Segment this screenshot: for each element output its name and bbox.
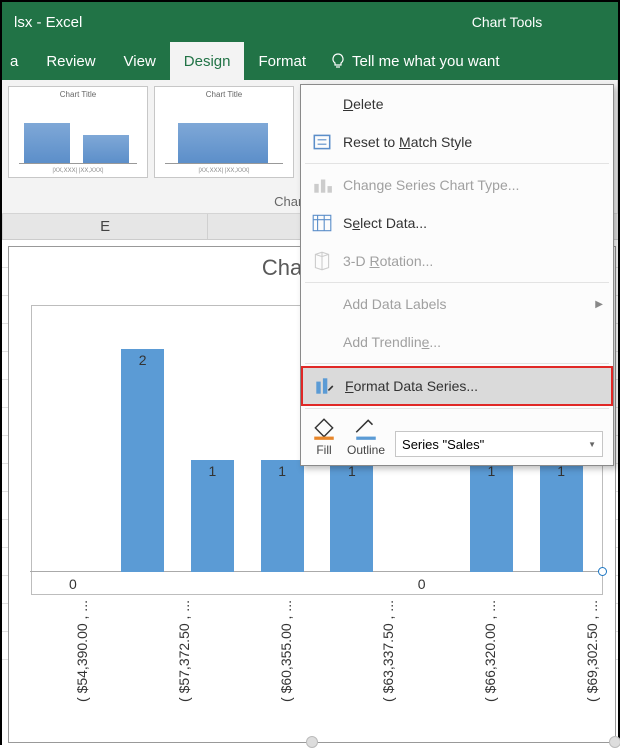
category-label: ( $57,372.50 , ... xyxy=(133,597,235,613)
bar-slot: 1 xyxy=(317,460,387,572)
tab-review[interactable]: Review xyxy=(32,42,109,80)
category-label: ( $63,337.50 , ... xyxy=(337,597,439,613)
tab-data-partial[interactable]: a xyxy=(2,42,32,80)
bar-slot: 0 xyxy=(38,556,108,572)
col-header-E[interactable]: E xyxy=(2,214,207,239)
bar-slot: 0 xyxy=(387,556,457,572)
data-label: 0 xyxy=(63,576,83,592)
data-label: 0 xyxy=(412,576,432,592)
lightbulb-icon xyxy=(330,53,346,69)
data-label: 1 xyxy=(191,463,234,479)
ribbon-tabs: a Review View Design Format Tell me what… xyxy=(2,42,618,80)
category-label: ( $66,320.00 , ... xyxy=(439,597,541,613)
thumb-title: Chart Title xyxy=(14,90,142,99)
rotation-icon xyxy=(311,250,333,272)
outline-label: Outline xyxy=(347,443,385,457)
bar[interactable]: 1 xyxy=(191,460,234,572)
menu-delete[interactable]: Delete xyxy=(301,85,613,123)
bar-slot: 2 xyxy=(108,349,178,572)
bar[interactable]: 1 xyxy=(470,460,513,572)
series-selector-value: Series "Sales" xyxy=(402,437,484,452)
reset-icon xyxy=(311,131,333,153)
chart-style-thumb-1[interactable]: Chart Title |XX,XXX| |XX,XXX| xyxy=(8,86,148,178)
tab-view[interactable]: View xyxy=(110,42,170,80)
menu-format-data-series[interactable]: Format Data Series... xyxy=(301,366,613,406)
bar[interactable]: 1 xyxy=(261,460,304,572)
menu-add-trendline: Add Trendline... xyxy=(301,323,613,361)
data-label: 1 xyxy=(261,463,304,479)
chart-selection-handle[interactable] xyxy=(609,736,620,748)
menu-3d-rotation: 3-D Rotation... xyxy=(301,242,613,280)
context-menu: Delete Reset to Match Style Change Serie… xyxy=(300,84,614,466)
bar[interactable]: 1 xyxy=(540,460,583,572)
data-label: 2 xyxy=(121,352,164,368)
mini-toolbar: Fill Outline Series "Sales" ▼ xyxy=(301,411,613,465)
bar[interactable]: 1 xyxy=(330,460,373,572)
chart-selection-handle[interactable] xyxy=(306,736,318,748)
menu-select-data[interactable]: Select Data... xyxy=(301,204,613,242)
category-label: ( $69,302.50 , ... xyxy=(541,597,620,613)
outline-icon xyxy=(353,417,379,441)
bar[interactable]: 2 xyxy=(121,349,164,572)
title-bar: lsx - Excel Chart Tools xyxy=(2,2,618,42)
chart-tools-block: Chart Tools xyxy=(402,2,612,42)
thumb-axis-labels: |XX,XXX| |XX,XXX| xyxy=(160,168,288,174)
thumb-axis-labels: |XX,XXX| |XX,XXX| xyxy=(14,168,142,174)
thumb-title: Chart Title xyxy=(160,90,288,99)
app-title: lsx - Excel xyxy=(2,2,402,42)
bar-slot: 1 xyxy=(247,460,317,572)
category-axis-labels: ( $54,390.00 , ...( $57,372.50 , ...( $6… xyxy=(31,597,603,747)
tell-me[interactable]: Tell me what you want xyxy=(320,42,500,80)
tab-design[interactable]: Design xyxy=(170,42,245,80)
select-data-icon xyxy=(311,212,333,234)
submenu-arrow-icon: ▶ xyxy=(595,299,603,310)
menu-reset-to-match-style[interactable]: Reset to Match Style xyxy=(301,123,613,161)
fill-button[interactable]: Fill xyxy=(311,417,337,457)
chart-type-icon xyxy=(311,174,333,196)
format-series-icon xyxy=(313,375,335,397)
category-label: ( $54,390.00 , ... xyxy=(31,597,133,613)
tell-me-label: Tell me what you want xyxy=(352,53,500,70)
chart-tools-label: Chart Tools xyxy=(472,14,543,30)
chart-style-thumb-2[interactable]: Chart Title |XX,XXX| |XX,XXX| xyxy=(154,86,294,178)
bar-slot: 1 xyxy=(457,460,527,572)
tab-format[interactable]: Format xyxy=(244,42,320,80)
menu-add-data-labels: Add Data Labels ▶ xyxy=(301,285,613,323)
selection-handle[interactable] xyxy=(598,567,607,576)
menu-change-series-chart-type: Change Series Chart Type... xyxy=(301,166,613,204)
dropdown-caret-icon: ▼ xyxy=(588,440,596,449)
bar-slot: 1 xyxy=(178,460,248,572)
fill-icon xyxy=(311,417,337,441)
series-selector[interactable]: Series "Sales" ▼ xyxy=(395,431,603,457)
bar-slot: 1 xyxy=(526,460,596,572)
category-label: ( $60,355.00 , ... xyxy=(235,597,337,613)
outline-button[interactable]: Outline xyxy=(347,417,385,457)
fill-label: Fill xyxy=(316,443,331,457)
